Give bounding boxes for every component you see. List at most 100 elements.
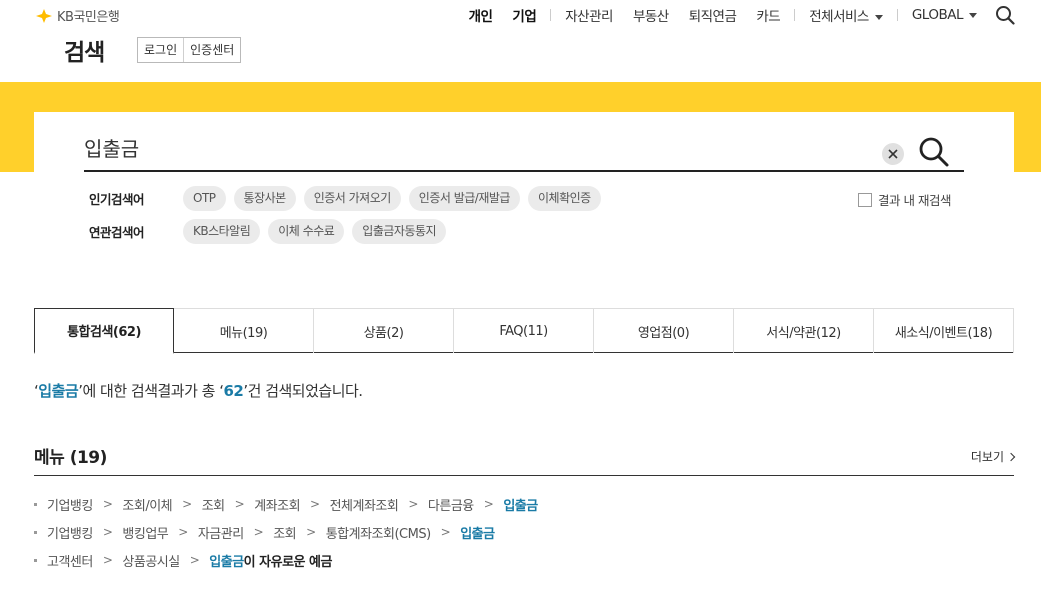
breadcrumb-item: 뱅킹업무 — [122, 526, 169, 542]
breadcrumb-item: 기업뱅킹 — [47, 498, 93, 514]
caret-down-icon — [969, 12, 977, 18]
brand-name: KB국민은행 — [57, 10, 120, 25]
cert-center-link[interactable]: 인증센터 — [183, 38, 240, 62]
breadcrumb-match: 입출금 — [209, 554, 244, 570]
kb-logo[interactable]: KB국민은행 — [34, 6, 120, 25]
breadcrumb-separator: > — [440, 525, 451, 539]
bullet — [34, 502, 37, 506]
tab-faq[interactable]: FAQ(11) — [454, 309, 594, 353]
result-summary: ‘입출금’에 대한 검색결과가 총 ‘62’건 검색되었습니다. — [34, 380, 363, 401]
tab-forms[interactable]: 서식/약관(12) — [734, 309, 874, 353]
search-submit-button[interactable] — [918, 136, 950, 168]
breadcrumb-match: 입출금 — [503, 498, 538, 514]
keyword-chip[interactable]: 인증서 발급/재발급 — [408, 186, 520, 211]
search-input[interactable] — [84, 132, 864, 162]
breadcrumb-item: 고객센터 — [47, 554, 93, 570]
breadcrumb-separator: > — [102, 553, 113, 567]
nav-all-services[interactable]: 전체서비스 — [809, 5, 883, 25]
global-nav: 개인 기업 자산관리 부동산 퇴직연금 카드 전체서비스 GLOBAL — [459, 5, 1015, 25]
nav-pension[interactable]: 퇴직연금 — [689, 5, 737, 25]
search-box — [84, 124, 964, 172]
clear-search-button[interactable] — [882, 143, 904, 165]
bullet — [34, 530, 37, 534]
keyword-chip[interactable]: 이체확인증 — [527, 186, 601, 211]
summary-query: 입출금 — [38, 382, 79, 400]
keyword-chip[interactable]: 인증서 가져오기 — [303, 186, 401, 211]
nav-card[interactable]: 카드 — [756, 5, 780, 25]
page-title: 검색 — [64, 40, 105, 66]
breadcrumb-separator: > — [182, 497, 192, 511]
breadcrumb-item: 이 자유로운 예금 — [243, 554, 333, 570]
list-item[interactable]: 기업뱅킹 > 조회/이체 > 조회 > 계좌조회 > 전체계좌조회 > 다른금융… — [34, 490, 1014, 518]
breadcrumb-item: 자금관리 — [197, 526, 244, 542]
breadcrumb-separator: > — [408, 497, 418, 511]
breadcrumb-separator: > — [189, 553, 200, 567]
research-checkbox[interactable] — [858, 192, 872, 207]
summary-mid: ’에 대한 검색결과가 총 ‘ — [78, 382, 224, 400]
related-keywords: 연관검색어 KB스타알림 이체 수수료 입출금자동통지 — [89, 219, 454, 244]
breadcrumb-separator: > — [234, 497, 245, 511]
breadcrumb-separator: > — [310, 497, 320, 511]
related-keywords-label: 연관검색어 — [89, 225, 145, 240]
research-within-results[interactable]: 결과 내 재검색 — [858, 190, 951, 209]
breadcrumb-item: 계좌조회 — [254, 498, 301, 514]
popular-keywords-label: 인기검색어 — [89, 192, 145, 207]
research-label: 결과 내 재검색 — [878, 193, 951, 208]
breadcrumb-separator: > — [178, 525, 188, 539]
nav-divider — [794, 9, 796, 21]
keyword-chip[interactable]: 입출금자동통지 — [352, 219, 447, 244]
breadcrumb-item: 다른금융 — [427, 498, 474, 514]
nav-personal[interactable]: 개인 — [469, 5, 493, 25]
result-tabs: 통합검색(62) 메뉴(19) 상품(2) FAQ(11) 영업점(0) 서식/… — [34, 308, 1014, 354]
breadcrumb-separator: > — [102, 525, 113, 539]
search-icon — [919, 137, 949, 167]
popular-keywords: 인기검색어 OTP 통장사본 인증서 가져오기 인증서 발급/재발급 이체확인증 — [89, 186, 609, 211]
nav-realestate[interactable]: 부동산 — [633, 5, 669, 25]
tab-all[interactable]: 통합검색(62) — [34, 308, 174, 354]
keyword-chip[interactable]: KB스타알림 — [183, 219, 261, 244]
nav-divider — [550, 9, 552, 21]
kb-star-icon — [34, 8, 54, 23]
login-box: 로그인 인증센터 — [137, 37, 242, 63]
breadcrumb-separator: > — [253, 525, 264, 539]
keyword-chip[interactable]: 이체 수수료 — [268, 219, 345, 244]
nav-global-label: GLOBAL — [911, 7, 964, 23]
tab-news-events[interactable]: 새소식/이벤트(18) — [874, 309, 1014, 353]
nav-all-services-label: 전체서비스 — [809, 9, 869, 25]
summary-end: ’건 검색되었습니다. — [243, 382, 363, 400]
summary-count: 62 — [223, 382, 244, 400]
more-label: 더보기 — [970, 450, 1004, 464]
menu-section-header: 메뉴 (19) 더보기 — [34, 440, 1016, 476]
breadcrumb-separator: > — [102, 497, 113, 511]
nav-asset[interactable]: 자산관리 — [565, 5, 613, 25]
breadcrumb-separator: > — [483, 497, 494, 511]
header: KB국민은행 검색 로그인 인증센터 개인 기업 자산관리 부동산 퇴직연금 카… — [0, 0, 1041, 82]
tab-branches[interactable]: 영업점(0) — [594, 309, 734, 353]
nav-divider — [896, 9, 898, 21]
search-icon[interactable] — [995, 5, 1015, 25]
breadcrumb-item: 통합계좌조회(CMS) — [325, 526, 431, 542]
breadcrumb-item: 기업뱅킹 — [47, 526, 93, 542]
tab-products[interactable]: 상품(2) — [314, 309, 454, 353]
breadcrumb-item: 조회/이체 — [122, 498, 173, 514]
keyword-chip[interactable]: 통장사본 — [233, 186, 296, 211]
tab-menu[interactable]: 메뉴(19) — [174, 309, 314, 353]
bullet — [34, 558, 37, 562]
nav-business[interactable]: 기업 — [512, 5, 536, 25]
login-link[interactable]: 로그인 — [138, 38, 183, 62]
menu-results: 기업뱅킹 > 조회/이체 > 조회 > 계좌조회 > 전체계좌조회 > 다른금융… — [34, 490, 1014, 574]
close-icon — [888, 149, 898, 159]
more-link[interactable]: 더보기 — [970, 448, 1016, 465]
list-item[interactable]: 기업뱅킹 > 뱅킹업무 > 자금관리 > 조회 > 통합계좌조회(CMS) > … — [34, 518, 1014, 546]
caret-down-icon — [874, 14, 883, 20]
breadcrumb-item: 전체계좌조회 — [329, 498, 399, 514]
breadcrumb-item: 조회 — [273, 526, 297, 542]
search-panel: 인기검색어 OTP 통장사본 인증서 가져오기 인증서 발급/재발급 이체확인증… — [34, 112, 1014, 262]
list-item[interactable]: 고객센터 > 상품공시실 > 입출금 이 자유로운 예금 — [34, 546, 1014, 574]
breadcrumb-separator: > — [306, 525, 316, 539]
chevron-right-icon — [1006, 452, 1016, 462]
keyword-chip[interactable]: OTP — [183, 186, 226, 211]
nav-global[interactable]: GLOBAL — [912, 7, 977, 23]
breadcrumb-match: 입출금 — [460, 526, 495, 542]
breadcrumb-item: 조회 — [201, 498, 225, 514]
